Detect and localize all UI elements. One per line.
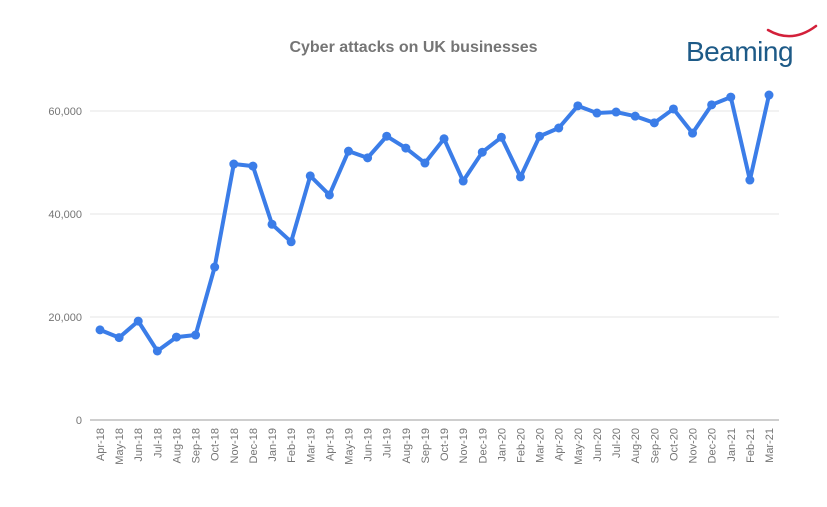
x-tick-label: Apr-20 [554, 428, 566, 461]
x-tick-label: Dec-20 [707, 428, 719, 463]
x-tick-label: Jun-20 [592, 428, 604, 462]
data-point [554, 123, 564, 133]
data-point [649, 118, 659, 128]
gridlines [90, 110, 779, 421]
data-point [726, 92, 736, 102]
x-tick-label: Feb-20 [516, 428, 528, 463]
x-tick-label: Apr-19 [324, 428, 336, 461]
y-tick-label: 20,000 [48, 312, 82, 324]
line-chart: 0 20,000 40,000 60,000 Apr-18 May-18 Jun-18 Ju… [48, 90, 779, 465]
data-point [688, 128, 698, 138]
data-point [191, 330, 201, 340]
x-axis-ticks: Apr-18 May-18 Jun-18 Jul-18 Aug-18 Sep-18 Oct-… [95, 428, 776, 465]
data-point [535, 131, 545, 141]
data-point [477, 147, 487, 157]
data-point [248, 161, 258, 171]
x-tick-label: Jun-18 [133, 428, 145, 462]
x-tick-label: Aug-20 [630, 428, 642, 463]
x-tick-label: Jan-21 [726, 428, 738, 462]
data-point [343, 146, 353, 156]
x-tick-label: Jan-19 [267, 428, 279, 462]
x-tick-label: Sep-20 [649, 428, 661, 463]
series-line [99, 94, 771, 353]
data-point [630, 111, 640, 121]
x-tick-label: May-20 [573, 428, 585, 465]
data-point [668, 104, 678, 114]
series-cyber-attacks [95, 90, 774, 356]
x-tick-label: Apr-18 [95, 428, 107, 461]
x-tick-label: Mar-21 [764, 428, 776, 463]
data-point [286, 237, 296, 247]
x-tick-label: Mar-19 [305, 428, 317, 463]
data-point [745, 175, 755, 185]
data-point [420, 158, 430, 168]
data-point [210, 262, 220, 272]
data-point [592, 108, 602, 118]
data-point [516, 172, 526, 182]
data-point [382, 131, 392, 141]
x-tick-label: Sep-19 [420, 428, 432, 463]
data-point [401, 143, 411, 153]
data-point [439, 134, 449, 144]
data-point [324, 190, 334, 200]
data-point [764, 90, 774, 100]
x-tick-label: Feb-21 [745, 428, 757, 463]
data-point [305, 171, 315, 181]
x-tick-label: Jul-18 [152, 428, 164, 458]
x-tick-label: Oct-18 [210, 428, 222, 461]
x-tick-label: Nov-20 [688, 428, 700, 463]
x-tick-label: Jun-19 [363, 428, 375, 462]
data-point [114, 333, 124, 343]
data-point [707, 100, 717, 110]
x-tick-label: Sep-18 [191, 428, 203, 463]
x-tick-label: Mar-20 [535, 428, 547, 463]
x-tick-label: Aug-19 [401, 428, 413, 463]
data-point [611, 107, 621, 117]
data-point [229, 159, 239, 169]
x-tick-label: May-18 [114, 428, 126, 465]
data-point [95, 325, 105, 335]
y-tick-label: 60,000 [48, 106, 82, 118]
data-point [363, 153, 373, 163]
x-tick-label: Aug-18 [171, 428, 183, 463]
x-tick-label: Jul-20 [611, 428, 623, 458]
x-tick-label: Jan-20 [496, 428, 508, 462]
x-tick-label: Dec-19 [477, 428, 489, 463]
y-tick-label: 40,000 [48, 209, 82, 221]
x-tick-label: Oct-20 [668, 428, 680, 461]
x-tick-label: May-19 [343, 428, 355, 465]
data-point [152, 346, 162, 356]
data-point [496, 132, 506, 142]
x-tick-label: Nov-18 [229, 428, 241, 463]
x-tick-label: Jul-19 [382, 428, 394, 458]
x-tick-label: Nov-19 [458, 428, 470, 463]
data-point [267, 219, 277, 229]
data-point [573, 101, 583, 111]
data-point [171, 332, 181, 342]
y-axis-ticks: 0 20,000 40,000 60,000 [48, 106, 82, 427]
y-tick-label: 0 [76, 415, 82, 427]
data-point [133, 316, 143, 326]
data-point [458, 176, 468, 186]
x-tick-label: Oct-19 [439, 428, 451, 461]
x-tick-label: Dec-18 [248, 428, 260, 463]
x-tick-label: Feb-19 [286, 428, 298, 463]
